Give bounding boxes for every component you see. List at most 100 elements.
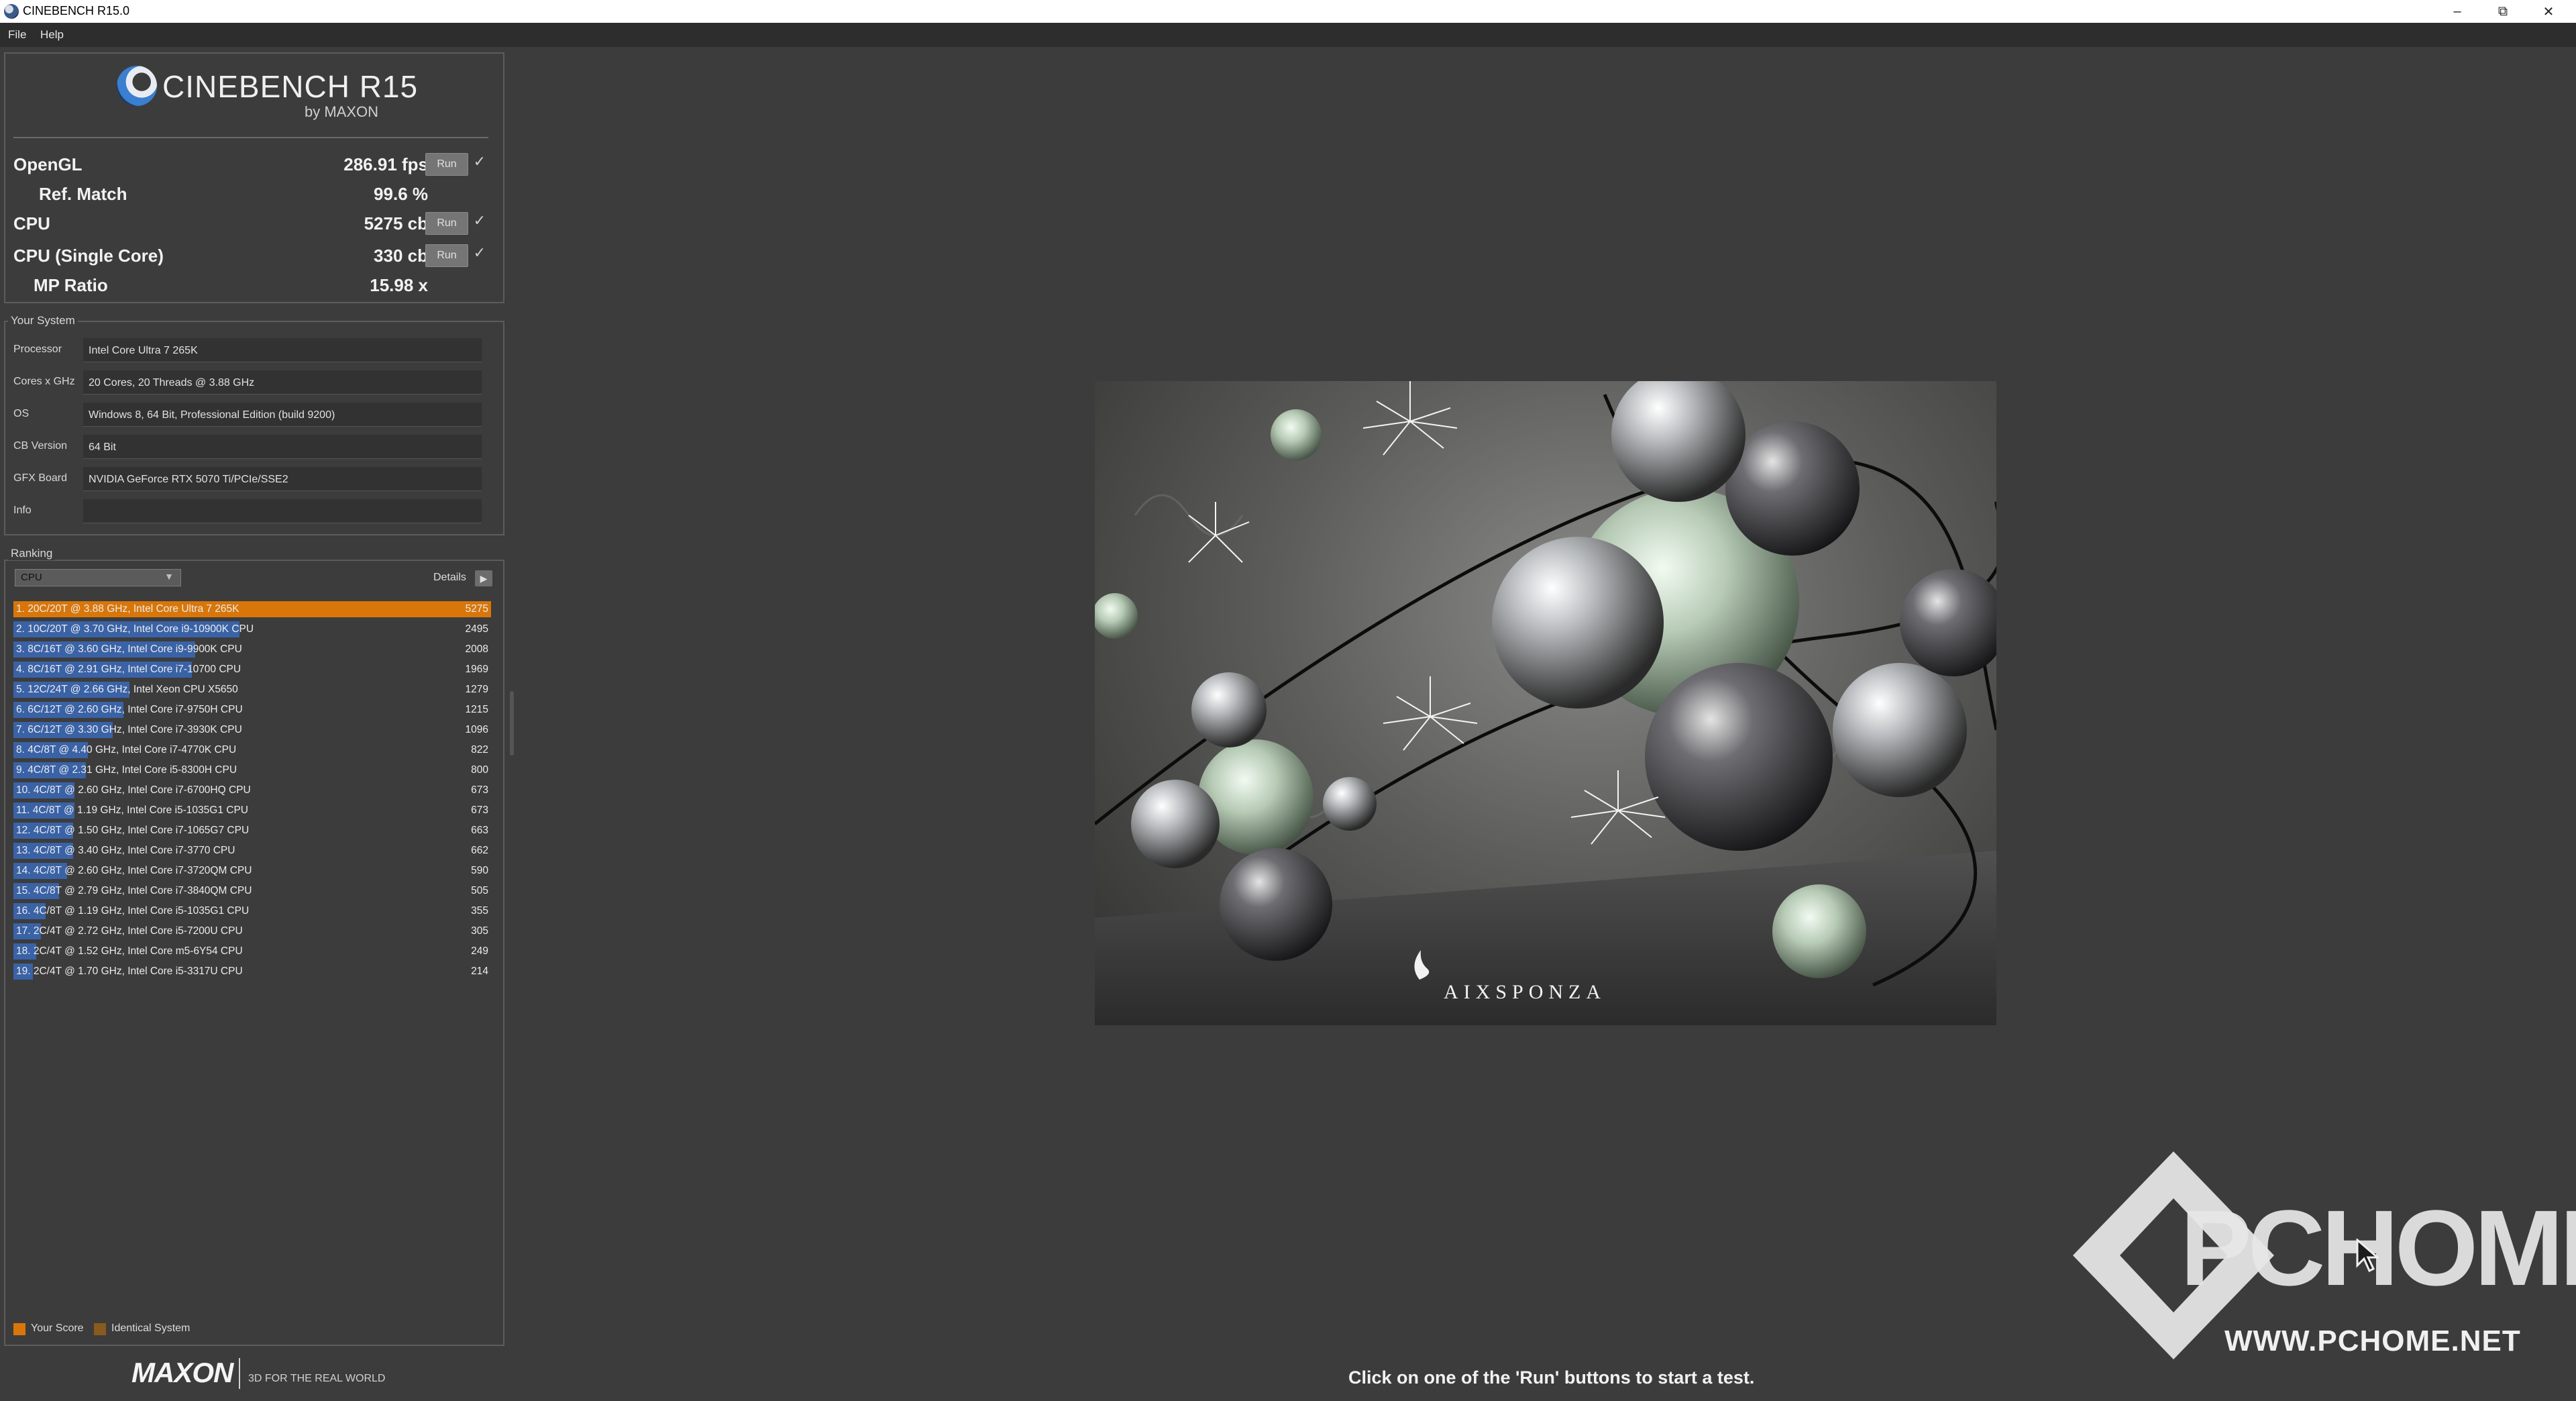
ranking-label: 3. 8C/16T @ 3.60 GHz, Intel Core i9-9900… — [16, 643, 242, 655]
ranking-row[interactable]: 7. 6C/12T @ 3.30 GHz, Intel Core i7-3930… — [13, 721, 491, 739]
cinebench-logo-icon — [117, 66, 157, 106]
system-row-os: OS Windows 8, 64 Bit, Professional Editi… — [7, 400, 492, 429]
score-ref-match: Ref. Match 99.6 % — [13, 180, 496, 207]
render-sphere — [1611, 381, 1746, 502]
run-opengl-button[interactable]: Run — [425, 153, 468, 176]
score-label: Ref. Match — [39, 184, 127, 204]
logo-title: CINEBENCH R15 — [162, 69, 419, 104]
details-button[interactable]: ▶ — [475, 570, 492, 586]
ranking-label: 18. 2C/4T @ 1.52 GHz, Intel Core m5-6Y54… — [16, 945, 243, 957]
legend-label: Identical System — [111, 1322, 191, 1334]
system-row-info: Info — [7, 497, 492, 526]
system-row-gfx-board: GFX Board NVIDIA GeForce RTX 5070 Ti/PCI… — [7, 464, 492, 494]
ranking-score: 822 — [471, 744, 488, 756]
ranking-row[interactable]: 2. 10C/20T @ 3.70 GHz, Intel Core i9-109… — [13, 620, 491, 639]
ranking-row[interactable]: 12. 4C/8T @ 1.50 GHz, Intel Core i7-1065… — [13, 821, 491, 840]
ranking-row[interactable]: 13. 4C/8T @ 3.40 GHz, Intel Core i7-3770… — [13, 841, 491, 860]
ranking-category-dropdown[interactable]: CPU ▼ — [15, 569, 181, 586]
ranking-row[interactable]: 10. 4C/8T @ 2.60 GHz, Intel Core i7-6700… — [13, 781, 491, 800]
ranking-row[interactable]: 4. 8C/16T @ 2.91 GHz, Intel Core i7-1070… — [13, 660, 491, 679]
restore-icon[interactable]: ⧉ — [2481, 0, 2525, 23]
mouse-cursor-icon — [2356, 1239, 2379, 1272]
ranking-label: 16. 4C/8T @ 1.19 GHz, Intel Core i5-1035… — [16, 905, 250, 917]
render-image: AIXSPONZA — [1095, 381, 1996, 1025]
ranking-row[interactable]: 16. 4C/8T @ 1.19 GHz, Intel Core i5-1035… — [13, 902, 491, 921]
render-sphere — [1833, 663, 1967, 797]
system-value[interactable]: 20 Cores, 20 Threads @ 3.88 GHz — [83, 370, 482, 395]
ranking-score: 800 — [471, 764, 488, 776]
render-sphere — [1492, 537, 1664, 709]
system-value[interactable]: Windows 8, 64 Bit, Professional Edition … — [83, 403, 482, 427]
checkmark-icon[interactable]: ✓ — [474, 212, 486, 229]
system-label: GFX Board — [13, 472, 68, 484]
score-value: 99.6 % — [374, 184, 428, 204]
ranking-score: 2008 — [465, 643, 488, 655]
system-label: Info — [13, 505, 32, 516]
window-title: CINEBENCH R15.0 — [23, 4, 130, 17]
render-sphere — [1645, 663, 1833, 851]
system-value[interactable]: NVIDIA GeForce RTX 5070 Ti/PCIe/SSE2 — [83, 467, 482, 491]
ranking-score: 1279 — [465, 684, 488, 695]
ranking-score: 2495 — [465, 623, 488, 635]
maxon-tagline: 3D FOR THE REAL WORLD — [248, 1373, 386, 1384]
ranking-score: 662 — [471, 845, 488, 856]
ranking-row[interactable]: 3. 8C/16T @ 3.60 GHz, Intel Core i9-9900… — [13, 640, 491, 659]
ranking-row[interactable]: 17. 2C/4T @ 2.72 GHz, Intel Core i5-7200… — [13, 922, 491, 941]
window-title-bar: CINEBENCH R15.0 – ⧉ ✕ — [0, 0, 2576, 23]
score-label: MP Ratio — [34, 275, 108, 295]
ranking-row[interactable]: 11. 4C/8T @ 1.19 GHz, Intel Core i5-1035… — [13, 801, 491, 820]
render-sphere — [1725, 421, 1860, 556]
system-label: Cores x GHz — [13, 376, 75, 387]
render-sphere — [1095, 593, 1138, 639]
score-label: OpenGL — [13, 154, 83, 174]
close-icon[interactable]: ✕ — [2526, 0, 2571, 23]
ranking-row[interactable]: 18. 2C/4T @ 1.52 GHz, Intel Core m5-6Y54… — [13, 942, 491, 961]
ranking-score: 5275 — [465, 603, 488, 615]
system-row-cores: Cores x GHz 20 Cores, 20 Threads @ 3.88 … — [7, 368, 492, 397]
svg-text:AIXSPONZA: AIXSPONZA — [1444, 981, 1606, 1003]
system-label: Processor — [13, 344, 62, 355]
system-value[interactable]: Intel Core Ultra 7 265K — [83, 338, 482, 362]
system-info-field[interactable] — [83, 499, 482, 523]
system-label: OS — [13, 408, 30, 419]
score-cpu-single-core: CPU (Single Core) 330 cb Run ✓ — [13, 242, 496, 268]
run-cpu-button[interactable]: Run — [425, 212, 468, 235]
checkmark-icon[interactable]: ✓ — [474, 244, 486, 262]
score-value: 330 cb — [374, 246, 428, 266]
ranking-label: 14. 4C/8T @ 2.60 GHz, Intel Core i7-3720… — [16, 865, 252, 876]
menu-help[interactable]: Help — [40, 28, 64, 42]
score-mp-ratio: MP Ratio 15.98 x — [13, 271, 496, 298]
ranking-label: 6. 6C/12T @ 2.60 GHz, Intel Core i7-9750… — [16, 704, 243, 715]
your-system-title: Your System — [8, 314, 78, 327]
ranking-label: 1. 20C/20T @ 3.88 GHz, Intel Core Ultra … — [16, 603, 239, 615]
ranking-row-your-score[interactable]: 1. 20C/20T @ 3.88 GHz, Intel Core Ultra … — [13, 600, 491, 619]
ranking-row[interactable]: 6. 6C/12T @ 2.60 GHz, Intel Core i7-9750… — [13, 701, 491, 719]
ranking-label: 13. 4C/8T @ 3.40 GHz, Intel Core i7-3770… — [16, 845, 235, 856]
chevron-down-icon: ▼ — [164, 571, 174, 582]
render-viewport: AIXSPONZA — [1095, 381, 1996, 1025]
ranking-score: 1969 — [465, 664, 488, 675]
ranking-score: 1096 — [465, 724, 488, 735]
ranking-row[interactable]: 9. 4C/8T @ 2.31 GHz, Intel Core i5-8300H… — [13, 761, 491, 780]
footer-divider — [239, 1358, 240, 1389]
system-value[interactable]: 64 Bit — [83, 435, 482, 459]
checkmark-icon[interactable]: ✓ — [474, 153, 486, 170]
ranking-row[interactable]: 8. 4C/8T @ 4.40 GHz, Intel Core i7-4770K… — [13, 741, 491, 760]
run-cpu-single-button[interactable]: Run — [425, 244, 468, 267]
panel-splitter-handle[interactable] — [510, 691, 514, 756]
render-sphere — [1191, 672, 1267, 747]
ranking-score: 673 — [471, 784, 488, 796]
system-label: CB Version — [13, 440, 68, 452]
ranking-title: Ranking — [8, 547, 56, 560]
ranking-row[interactable]: 5. 12C/24T @ 2.66 GHz, Intel Xeon CPU X5… — [13, 680, 491, 699]
system-row-cb-version: CB Version 64 Bit — [7, 432, 492, 462]
ranking-row[interactable]: 15. 4C/8T @ 2.79 GHz, Intel Core i7-3840… — [13, 882, 491, 900]
ranking-row[interactable]: 14. 4C/8T @ 2.60 GHz, Intel Core i7-3720… — [13, 862, 491, 880]
score-cpu: CPU 5275 cb Run ✓ — [13, 209, 496, 236]
ranking-row[interactable]: 19. 2C/4T @ 1.70 GHz, Intel Core i5-3317… — [13, 962, 491, 981]
watermark-url: WWW.PCHOME.NET — [2224, 1325, 2521, 1357]
menu-file[interactable]: File — [8, 28, 26, 42]
cinebench-app-icon — [4, 4, 19, 19]
menu-bar: File Help — [0, 23, 2576, 47]
minimize-icon[interactable]: – — [2435, 0, 2479, 23]
